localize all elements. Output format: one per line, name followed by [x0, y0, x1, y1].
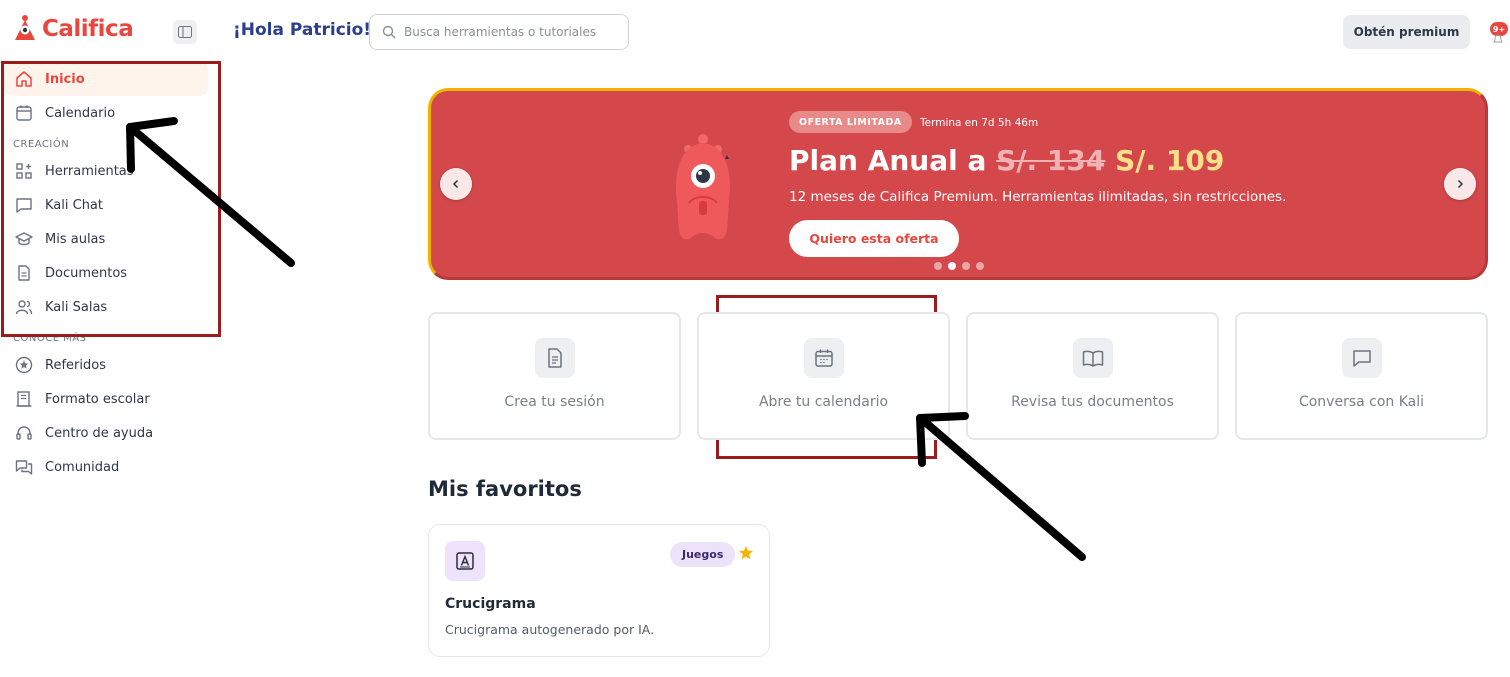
favorites-heading: Mis favoritos	[428, 477, 582, 501]
search-input[interactable]	[404, 25, 604, 39]
building-icon	[14, 390, 33, 409]
sidebar-item-inicio[interactable]: Inicio	[4, 62, 208, 96]
sidebar-item-comunidad[interactable]: Comunidad	[0, 450, 222, 484]
notifications-button[interactable]: 9+	[1488, 20, 1510, 43]
plan-title-prefix: Plan Anual a	[789, 144, 997, 177]
star-circle-icon	[14, 356, 33, 375]
quick-action-abre-calendario[interactable]: Abre tu calendario	[697, 312, 950, 440]
offer-countdown: Termina en 7d 5h 46m	[920, 117, 1039, 129]
sidebar-item-kali-chat[interactable]: Kali Chat	[0, 188, 222, 222]
favorite-title: Crucigrama	[445, 596, 536, 612]
sidebar-toggle-button[interactable]	[173, 20, 197, 44]
star-icon[interactable]	[738, 545, 754, 561]
top-bar: Califica ¡Hola Patricio! Obtén premium 9…	[0, 0, 1510, 64]
sidebar-item-label: Formato escolar	[45, 391, 150, 407]
sidebar-item-label: Documentos	[45, 265, 128, 281]
sidebar-item-label: Kali Chat	[45, 197, 103, 213]
sidebar-item-mis-aulas[interactable]: Mis aulas	[0, 222, 222, 256]
sidebar-item-documentos[interactable]: Documentos	[0, 256, 222, 290]
sidebar-item-label: Kali Salas	[45, 299, 108, 315]
logo-text: Califica	[42, 16, 134, 42]
quick-action-conversa-kali[interactable]: Conversa con Kali	[1235, 312, 1488, 440]
sidebar: Inicio Calendario CREACIÓN Herramientas …	[0, 62, 222, 484]
get-premium-button[interactable]: Obtén premium	[1343, 15, 1470, 49]
limited-offer-badge: OFERTA LIMITADA	[789, 111, 912, 133]
users-icon	[14, 298, 33, 317]
carousel-prev-button[interactable]	[440, 168, 472, 200]
logo[interactable]: Califica	[10, 14, 134, 44]
offer-cta-button[interactable]: Quiero esta oferta	[789, 220, 959, 257]
carousel-next-button[interactable]	[1444, 168, 1476, 200]
carousel-dots	[934, 262, 984, 270]
book-open-icon	[1073, 338, 1113, 378]
headset-icon	[14, 424, 33, 443]
quick-action-label: Abre tu calendario	[758, 394, 889, 410]
plan-title: Plan Anual a S/. 134 S/. 109	[789, 144, 1224, 177]
sidebar-item-label: Mis aulas	[45, 231, 106, 247]
chevron-right-icon	[1457, 179, 1464, 189]
promo-banner: OFERTA LIMITADA Termina en 7d 5h 46m Pla…	[428, 88, 1488, 280]
sidebar-item-label: Calendario	[45, 105, 116, 121]
search-box[interactable]	[369, 14, 629, 50]
old-price: S/. 134	[996, 144, 1106, 177]
sidebar-item-label: Centro de ayuda	[45, 425, 154, 441]
carousel-dot-active[interactable]	[948, 262, 956, 270]
sidebar-item-centro-de-ayuda[interactable]: Centro de ayuda	[0, 416, 222, 450]
carousel-dot[interactable]	[976, 262, 984, 270]
category-tag: Juegos	[670, 542, 736, 567]
favorite-description: Crucigrama autogenerado por IA.	[445, 622, 655, 637]
document-icon	[14, 264, 33, 283]
sidebar-item-calendario[interactable]: Calendario	[0, 96, 222, 130]
section-heading-creacion: CREACIÓN	[13, 138, 70, 150]
greeting: ¡Hola Patricio!	[233, 20, 372, 40]
sidebar-item-kali-salas[interactable]: Kali Salas	[0, 290, 222, 324]
carousel-dot[interactable]	[962, 262, 970, 270]
section-heading-conoce-mas: CONOCE MÁS	[13, 332, 87, 344]
kali-mascot-illustration	[676, 134, 730, 240]
sidebar-item-label: Inicio	[45, 71, 85, 87]
carousel-dot[interactable]	[934, 262, 942, 270]
sidebar-panel-icon	[178, 26, 192, 38]
chevron-left-icon	[452, 179, 459, 189]
graduation-cap-icon	[14, 230, 33, 249]
calendar-icon	[14, 104, 33, 123]
search-icon	[382, 25, 396, 39]
quick-action-label: Revisa tus documentos	[1011, 394, 1174, 410]
sidebar-item-label: Referidos	[45, 357, 106, 373]
chat-icon	[14, 196, 33, 215]
favorite-card-crucigrama[interactable]: Juegos Crucigrama Crucigrama autogenerad…	[428, 524, 770, 657]
quick-action-label: Crea tu sesión	[504, 394, 605, 410]
quick-action-revisa-documentos[interactable]: Revisa tus documentos	[966, 312, 1219, 440]
community-icon	[14, 458, 33, 477]
sidebar-item-formato-escolar[interactable]: Formato escolar	[0, 382, 222, 416]
grid-plus-icon	[14, 162, 33, 181]
logo-mascot-icon	[15, 15, 35, 40]
new-price: S/. 109	[1115, 144, 1225, 177]
chat-icon	[1342, 338, 1382, 378]
sidebar-item-label: Herramientas	[45, 163, 134, 179]
plan-description: 12 meses de Califica Premium. Herramient…	[789, 189, 1287, 205]
crossword-icon	[445, 541, 485, 581]
quick-action-label: Conversa con Kali	[1298, 394, 1425, 410]
bell-icon	[1493, 34, 1503, 43]
home-icon	[14, 70, 33, 89]
document-icon	[535, 338, 575, 378]
quick-action-crea-sesion[interactable]: Crea tu sesión	[428, 312, 681, 440]
sidebar-item-referidos[interactable]: Referidos	[0, 348, 222, 382]
calendar-icon	[804, 338, 844, 378]
sidebar-item-label: Comunidad	[45, 459, 120, 475]
sidebar-item-herramientas[interactable]: Herramientas	[0, 154, 222, 188]
